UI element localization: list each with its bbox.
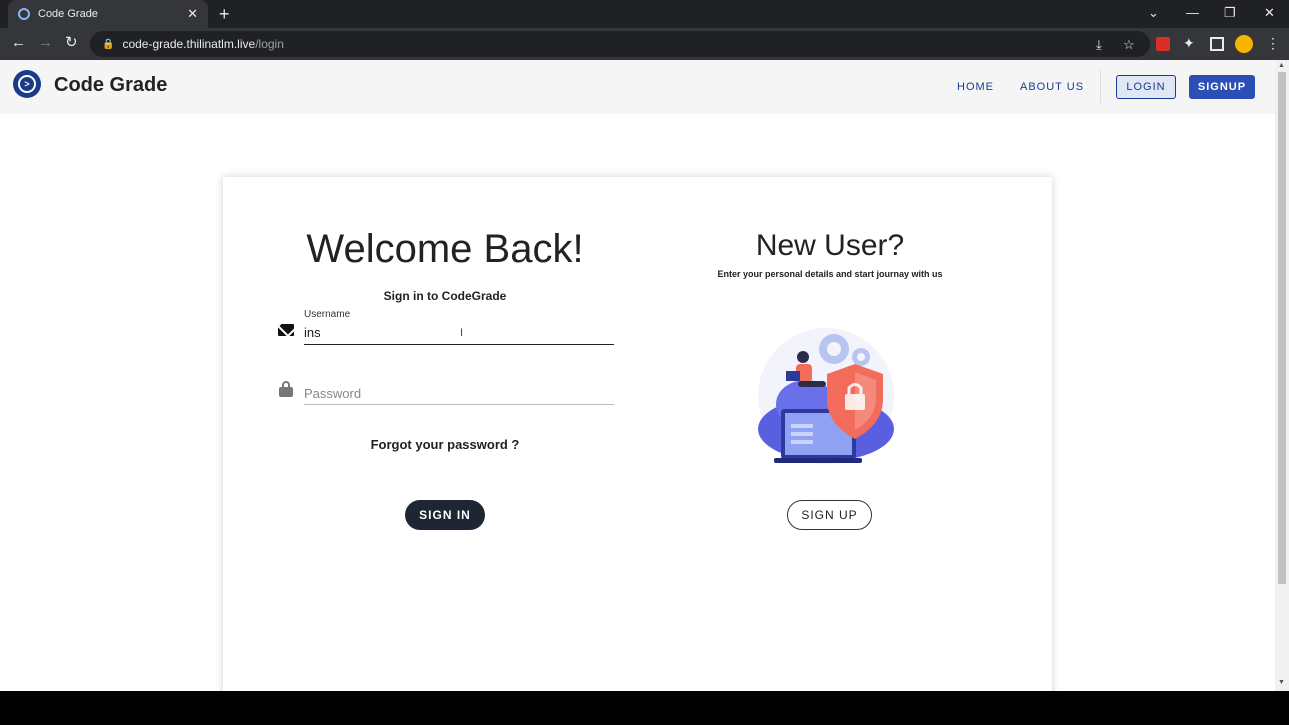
nav-about-us[interactable]: ABOUT US [1020,81,1084,93]
scroll-down-icon[interactable]: ▼ [1278,679,1285,686]
app-bar: > Code Grade HOME ABOUT US LOGIN SIGNUP [0,60,1275,114]
nav-home[interactable]: HOME [957,81,994,93]
browser-tab[interactable]: Code Grade ✕ [8,0,208,28]
url-host: code-grade.thilinatlm.live [122,37,256,51]
back-icon[interactable]: ← [11,35,26,51]
sign-in-button[interactable]: SIGN IN [405,500,485,530]
address-bar-row: ← → ↻ 🔒 code-grade.thilinatlm.live/login… [0,28,1289,60]
url-bar[interactable]: 🔒 code-grade.thilinatlm.live/login ⤓ ☆ [90,31,1150,57]
sign-up-button[interactable]: SIGN UP [787,500,872,530]
nav-divider [1100,70,1101,103]
scroll-thumb[interactable] [1278,72,1286,584]
auth-card: Welcome Back! Sign in to CodeGrade Usern… [223,177,1052,691]
signup-button[interactable]: SIGNUP [1189,75,1255,99]
signin-subtitle: Sign in to CodeGrade [383,289,507,303]
close-window-icon[interactable]: ✕ [1264,5,1275,21]
mail-icon [278,324,294,336]
tab-title: Code Grade [38,8,98,20]
page-viewport: > Code Grade HOME ABOUT US LOGIN SIGNUP … [0,60,1275,691]
logo-icon[interactable]: > [13,70,41,98]
tab-search-icon[interactable]: ⌄ [1148,5,1159,21]
favicon-icon [18,8,30,20]
browser-tab-strip: Code Grade ✕ + ⌄ — ❐ ✕ [0,0,1289,28]
extension-icon[interactable] [1156,37,1170,51]
scroll-up-icon[interactable]: ▲ [1278,62,1285,69]
install-icon[interactable]: ⤓ [1096,37,1102,53]
lock-icon: 🔒 [102,38,115,50]
security-illustration [758,328,894,464]
new-user-title: New User? [755,229,905,262]
password-input[interactable]: Password [304,381,614,405]
username-label: Username [304,309,351,320]
forgot-password-link[interactable]: Forgot your password ? [223,437,667,452]
avatar[interactable] [1235,35,1253,53]
reload-icon[interactable]: ↻ [65,35,78,51]
login-button[interactable]: LOGIN [1116,75,1176,99]
new-user-subtitle: Enter your personal details and start jo… [717,269,943,279]
puzzle-icon[interactable]: ✦ [1183,35,1197,51]
restore-icon[interactable]: ❐ [1224,5,1236,21]
brand-name[interactable]: Code Grade [54,74,167,97]
text-cursor-icon: I [460,327,464,339]
minimize-icon[interactable]: — [1186,5,1199,20]
username-input[interactable]: ins [304,322,614,345]
menu-icon[interactable]: ⋮ [1266,35,1280,51]
new-tab-button[interactable]: + [219,4,230,24]
tab-close-icon[interactable]: ✕ [187,6,198,22]
page-scrollbar[interactable]: ▲ ▼ [1275,60,1289,691]
signin-title: Welcome Back! [306,227,584,271]
password-lock-icon [279,381,293,397]
url-path: /login [255,37,284,51]
side-panel-icon[interactable] [1210,37,1224,51]
taskbar-strip [0,691,1289,725]
bookmark-star-icon[interactable]: ☆ [1123,37,1135,53]
forward-icon[interactable]: → [38,35,53,51]
